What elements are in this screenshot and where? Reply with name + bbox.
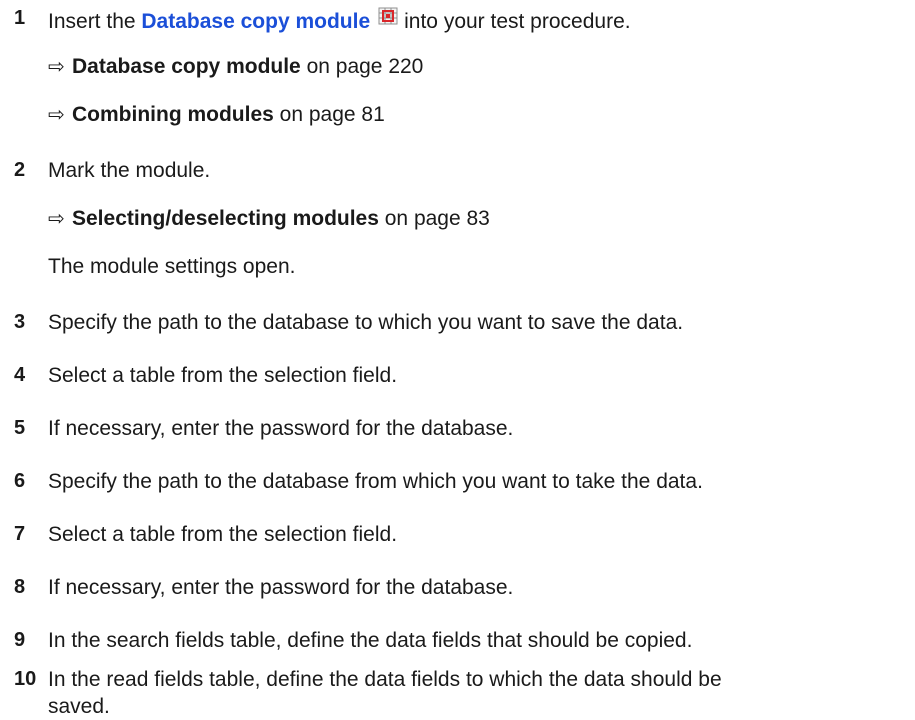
reference-title[interactable]: Database copy module <box>72 55 301 78</box>
reference-page: on page 220 <box>300 55 424 78</box>
step-number: 7 <box>14 523 26 545</box>
step-text: Select a table from the selection field. <box>48 364 398 387</box>
step-number: 3 <box>14 311 26 333</box>
document-page: 1 Insert the Database copy module into y… <box>0 0 915 718</box>
database-copy-module-link[interactable]: Database copy module <box>141 10 370 33</box>
step-number: 6 <box>14 470 26 492</box>
step-number: 1 <box>14 7 26 29</box>
step-number: 4 <box>14 364 26 386</box>
step-text-line-2: saved. <box>48 695 110 718</box>
arrow-right-icon: ⇨ <box>48 56 65 78</box>
arrow-right-icon: ⇨ <box>48 208 65 230</box>
step-number: 5 <box>14 417 26 439</box>
step-number: 10 <box>14 668 37 690</box>
result-text: The module settings open. <box>48 255 296 278</box>
database-copy-module-icon <box>378 5 398 25</box>
step-text: Mark the module. <box>48 159 211 182</box>
step-text-suffix: into your test procedure. <box>404 10 631 33</box>
step-number: 9 <box>14 629 26 651</box>
step-text: If necessary, enter the password for the… <box>48 417 514 440</box>
step-text-line-1: In the read fields table, define the dat… <box>48 668 722 691</box>
reference-title[interactable]: Selecting/deselecting modules <box>72 207 379 230</box>
step-number: 8 <box>14 576 26 598</box>
step-text: Specify the path to the database from wh… <box>48 470 703 493</box>
reference-page: on page 81 <box>273 103 385 126</box>
arrow-right-icon: ⇨ <box>48 104 65 126</box>
reference-page: on page 83 <box>378 207 490 230</box>
step-text-prefix: Insert the <box>48 10 142 33</box>
step-text: Specify the path to the database to whic… <box>48 311 684 334</box>
step-text: Insert the Database copy module into you… <box>48 5 631 35</box>
step-text: In the search fields table, define the d… <box>48 629 693 652</box>
step-text: Select a table from the selection field. <box>48 523 398 546</box>
reference-title[interactable]: Combining modules <box>72 103 274 126</box>
step-text: If necessary, enter the password for the… <box>48 576 514 599</box>
step-number: 2 <box>14 159 26 181</box>
